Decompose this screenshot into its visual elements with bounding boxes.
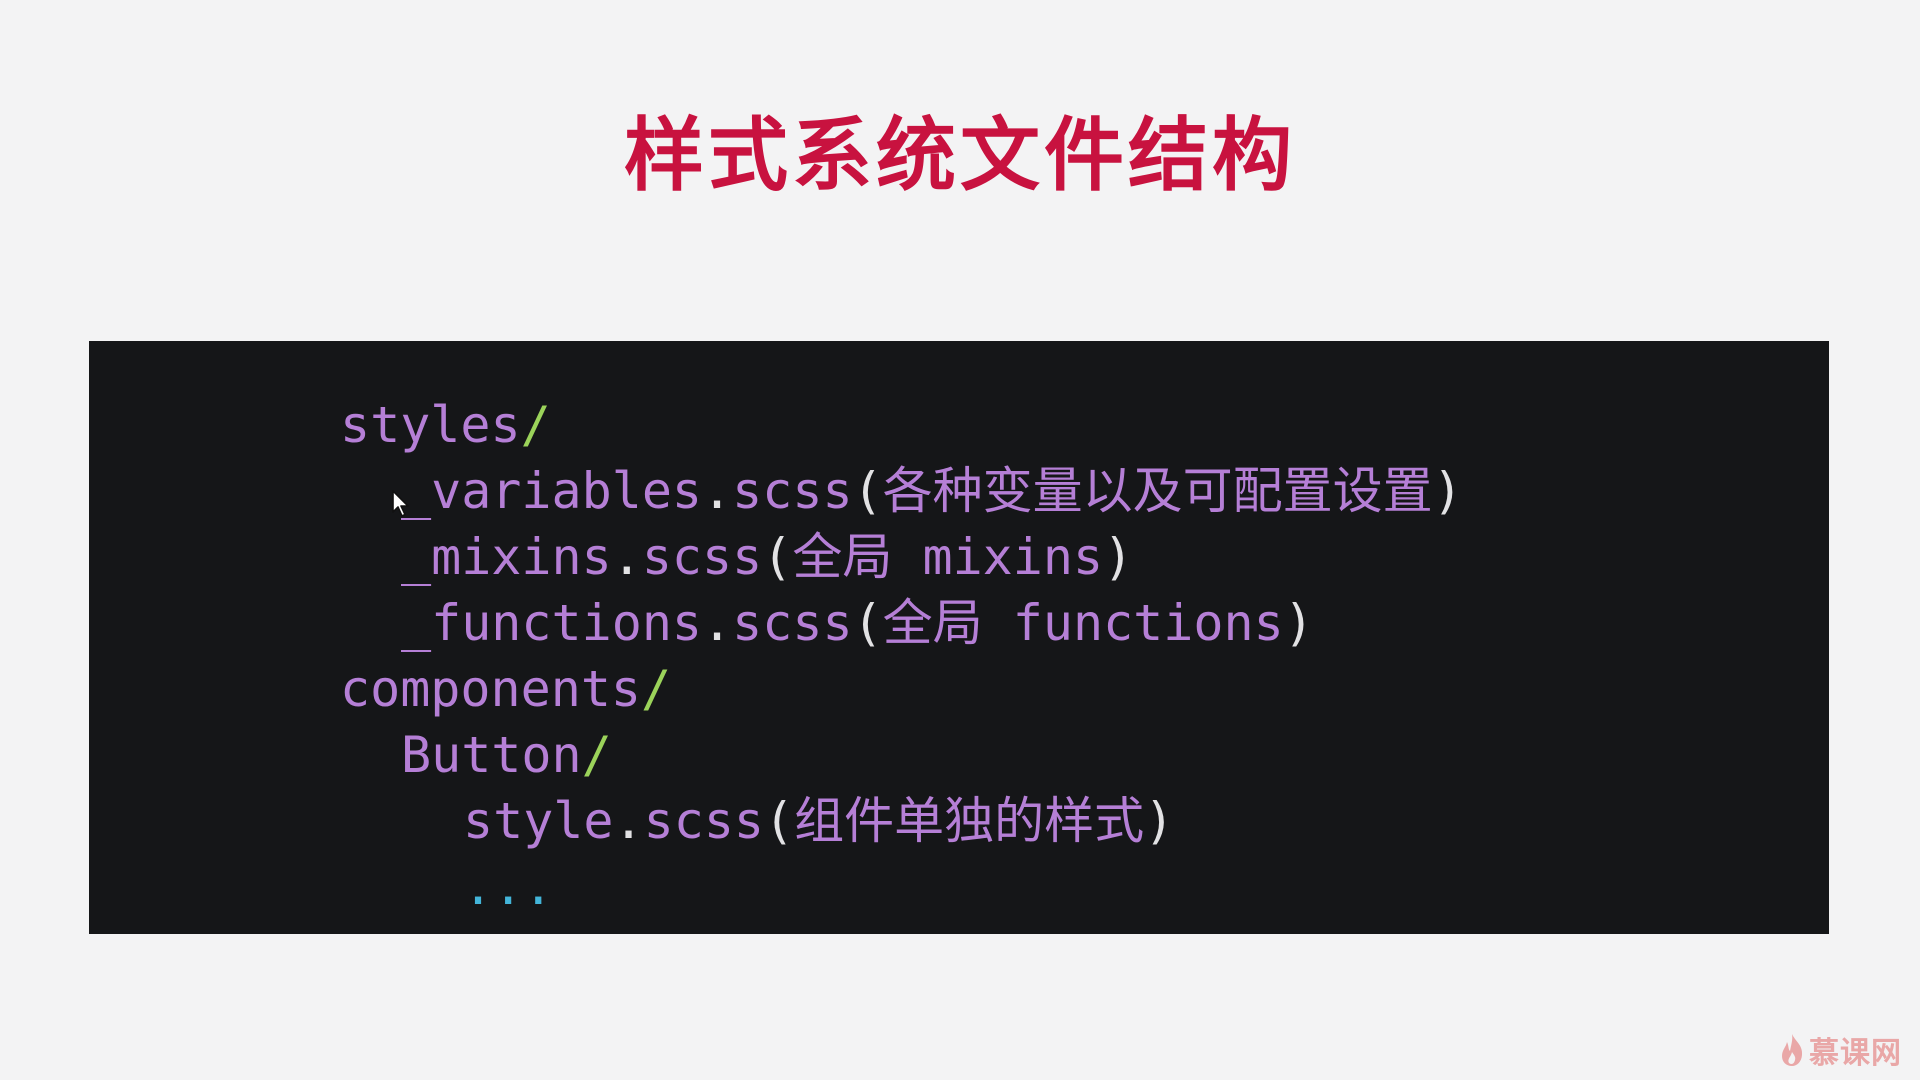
ellipsis: ... (463, 858, 554, 916)
open-paren: ( (764, 792, 795, 850)
file-name: _variables (401, 462, 703, 520)
folder-name: components (340, 660, 642, 718)
flame-icon (1782, 1034, 1803, 1066)
folder-slash: / (581, 726, 612, 784)
code-line-components-folder: components/ (340, 656, 671, 722)
watermark: 慕课网 (1779, 1030, 1902, 1071)
file-dot: . (702, 594, 733, 652)
file-extension: scss (643, 792, 765, 850)
code-line-styles-folder: styles/ (340, 392, 551, 458)
file-dot: . (702, 462, 733, 520)
file-name: _mixins (401, 528, 612, 586)
close-paren: ) (1103, 528, 1134, 586)
code-line-ellipsis: ... (463, 854, 553, 920)
watermark-text: 慕课网 (1809, 1036, 1902, 1071)
code-line-functions-file: _functions.scss(全局 functions) (401, 590, 1314, 656)
close-paren: ) (1432, 462, 1463, 520)
code-line-variables-file: _variables.scss(各种变量以及可配置设置) (401, 458, 1463, 524)
open-paren: ( (852, 594, 883, 652)
code-line-button-folder: Button/ (401, 722, 612, 788)
file-note: 全局 functions (882, 594, 1284, 652)
file-name: _functions (401, 594, 703, 652)
file-note: 全局 mixins (792, 528, 1104, 586)
file-dot: . (611, 528, 642, 586)
slide-title: 样式系统文件结构 (624, 109, 1296, 202)
close-paren: ) (1144, 792, 1175, 850)
folder-name: Button (401, 726, 582, 784)
open-paren: ( (762, 528, 793, 586)
mouse-pointer-icon (392, 490, 409, 517)
file-extension: scss (732, 462, 853, 520)
file-dot: . (613, 792, 644, 850)
folder-slash: / (641, 660, 672, 718)
folder-name: styles (340, 396, 521, 454)
folder-slash: / (520, 396, 551, 454)
code-line-mixins-file: _mixins.scss(全局 mixins) (401, 524, 1133, 590)
close-paren: ) (1283, 594, 1314, 652)
file-note: 各种变量以及可配置设置 (882, 462, 1433, 520)
open-paren: ( (852, 462, 883, 520)
file-note: 组件单独的样式 (794, 792, 1145, 850)
code-line-style-file: style.scss(组件单独的样式) (463, 788, 1174, 854)
file-extension: scss (732, 594, 853, 652)
file-extension: scss (641, 528, 763, 586)
code-block: styles/ _variables.scss(各种变量以及可配置设置) _mi… (89, 341, 1829, 934)
file-name: style (463, 792, 614, 850)
